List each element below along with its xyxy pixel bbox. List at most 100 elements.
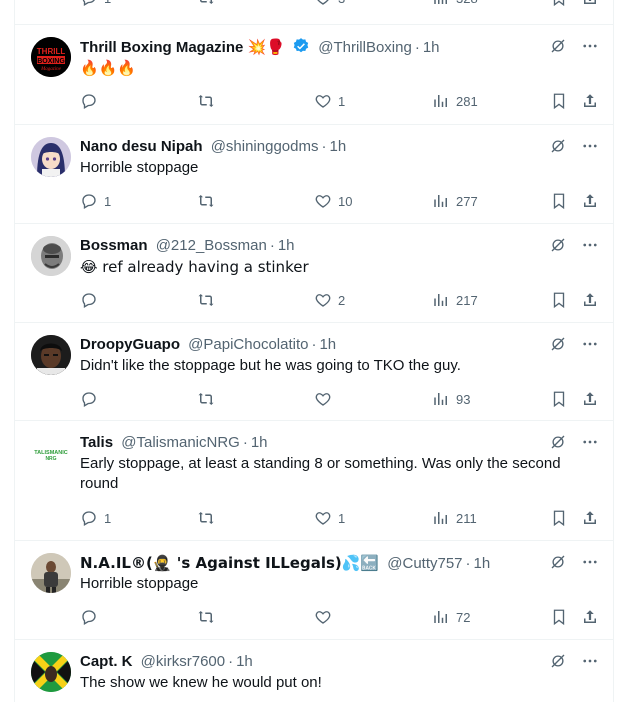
like-icon	[315, 95, 331, 108]
tweet[interactable]: TALISMANIC NRG Talis @TalismanicNRG · 1h E…	[15, 421, 613, 541]
tweet[interactable]: Capt. K @kirksr7600 · 1h The show we knew …	[15, 640, 613, 702]
grok-button[interactable]	[549, 433, 567, 451]
grok-button[interactable]	[549, 37, 567, 55]
retweet-button[interactable]	[196, 191, 216, 211]
share-button[interactable]	[581, 389, 599, 409]
avatar[interactable]	[31, 335, 71, 375]
bookmark-button[interactable]	[550, 91, 568, 111]
tweet[interactable]: N.A.IL®(🥷 's Against ILLegals)💦🔙 @Cutty7…	[15, 541, 613, 640]
reply-button[interactable]	[80, 91, 104, 111]
views-button[interactable]: 72	[432, 607, 470, 627]
avatar[interactable]: THRILL BOXING Magazine	[31, 37, 71, 77]
like-button[interactable]: 3	[314, 0, 345, 8]
bookmark-button[interactable]	[550, 607, 568, 627]
more-button[interactable]	[581, 433, 599, 451]
share-button[interactable]	[581, 91, 599, 111]
avatar[interactable]	[31, 553, 71, 593]
grok-button[interactable]	[549, 335, 567, 353]
bookmark-button[interactable]	[550, 191, 568, 211]
bookmark-button[interactable]	[550, 389, 568, 409]
tweet[interactable]: THRILL BOXING Magazine Thrill Boxing Mag…	[15, 25, 613, 125]
bookmark-button[interactable]	[550, 508, 568, 528]
tweet[interactable]: Bossman @212_Bossman · 1h 😂 ref already ha…	[15, 224, 613, 323]
more-button[interactable]	[581, 137, 599, 155]
reply-button[interactable]	[80, 389, 104, 409]
like-button[interactable]	[314, 607, 338, 627]
like-button[interactable]: 1	[314, 508, 345, 528]
timestamp[interactable]: 1h	[329, 138, 346, 155]
like-button[interactable]: 2	[314, 290, 345, 310]
reply-button[interactable]: 1	[80, 0, 111, 8]
avatar[interactable]	[31, 652, 71, 692]
display-name[interactable]: Bossman	[80, 237, 148, 254]
views-button[interactable]: 277	[432, 191, 478, 211]
more-button[interactable]	[581, 335, 599, 353]
user-handle[interactable]: @PapiChocolatito	[188, 336, 308, 353]
grok-button[interactable]	[549, 553, 567, 571]
more-button[interactable]	[581, 236, 599, 254]
share-button[interactable]	[581, 191, 599, 211]
reply-button[interactable]	[80, 607, 104, 627]
display-name[interactable]: DroopyGuapo	[80, 336, 180, 353]
action-bar: 2 217	[80, 290, 599, 310]
user-handle[interactable]: @TalismanicNRG	[121, 434, 240, 451]
reply-button[interactable]: 1	[80, 508, 111, 528]
timestamp[interactable]: 1h	[319, 336, 336, 353]
like-button[interactable]: 10	[314, 191, 352, 211]
timestamp[interactable]: 1h	[236, 653, 253, 670]
tweet-text: Early stoppage, at least a standing 8 or…	[80, 455, 561, 492]
bookmark-button[interactable]	[550, 290, 568, 310]
retweet-button[interactable]	[196, 508, 216, 528]
bookmark-icon	[553, 609, 565, 626]
retweet-button[interactable]	[196, 290, 216, 310]
share-button[interactable]	[581, 607, 599, 627]
user-handle[interactable]: @kirksr7600	[141, 653, 225, 670]
views-button[interactable]: 93	[432, 389, 470, 409]
views-button[interactable]: 211	[432, 508, 477, 528]
share-button[interactable]	[581, 508, 599, 528]
views-button[interactable]: 281	[432, 91, 478, 111]
separator-dot: ·	[269, 237, 275, 254]
display-name[interactable]: Thrill Boxing Magazine	[80, 39, 243, 56]
grok-button[interactable]	[549, 652, 567, 670]
user-handle[interactable]: @212_Bossman	[156, 237, 267, 254]
retweet-button[interactable]	[196, 607, 216, 627]
timestamp[interactable]: 1h	[278, 237, 295, 254]
timestamp[interactable]: 1h	[423, 39, 440, 56]
reply-count: 1	[104, 0, 111, 6]
reply-button[interactable]	[80, 290, 104, 310]
retweet-button[interactable]	[196, 389, 216, 409]
like-button[interactable]: 1	[314, 91, 345, 111]
tweet-partial-top[interactable]: 1 3 328	[15, 0, 613, 25]
user-handle[interactable]: @Cutty757	[387, 555, 462, 572]
timestamp[interactable]: 1h	[474, 555, 491, 572]
bookmark-button[interactable]	[550, 0, 568, 8]
tweet[interactable]: DroopyGuapo @PapiChocolatito · 1h Didn't l…	[15, 323, 613, 421]
timestamp[interactable]: 1h	[251, 434, 268, 451]
avatar[interactable]	[31, 137, 71, 177]
name-emoji: 💥🥊	[247, 38, 285, 56]
display-name[interactable]: Nano desu Nipah	[80, 138, 203, 155]
display-name[interactable]: N.A.IL®(🥷 's Against ILLegals)💦🔙	[80, 554, 379, 572]
share-button[interactable]	[581, 290, 599, 310]
display-name[interactable]: Talis	[80, 434, 113, 451]
user-handle[interactable]: @ThrillBoxing	[318, 39, 412, 56]
grok-button[interactable]	[549, 236, 567, 254]
more-button[interactable]	[581, 553, 599, 571]
views-button[interactable]: 328	[432, 0, 478, 8]
avatar[interactable]	[31, 236, 71, 276]
more-button[interactable]	[581, 652, 599, 670]
more-button[interactable]	[581, 37, 599, 55]
views-button[interactable]: 217	[432, 290, 478, 310]
retweet-button[interactable]	[196, 91, 216, 111]
tweet[interactable]: Nano desu Nipah @shininggodms · 1h Horribl…	[15, 125, 613, 224]
like-button[interactable]	[314, 389, 338, 409]
share-button[interactable]	[581, 0, 599, 8]
grok-button[interactable]	[549, 137, 567, 155]
avatar[interactable]: TALISMANIC NRG	[31, 433, 71, 473]
svg-text:NRG: NRG	[45, 456, 56, 462]
display-name[interactable]: Capt. K	[80, 653, 133, 670]
reply-button[interactable]: 1	[80, 191, 111, 211]
retweet-button[interactable]	[196, 0, 216, 8]
user-handle[interactable]: @shininggodms	[211, 138, 319, 155]
